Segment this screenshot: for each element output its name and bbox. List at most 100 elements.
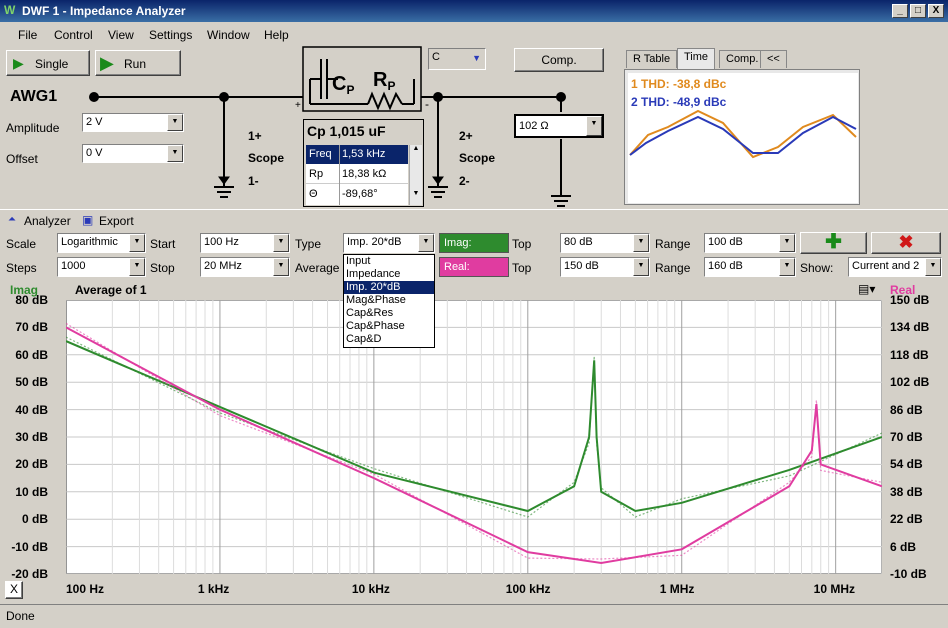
scope2-minus-label: 2- <box>459 174 470 188</box>
y-left-tick-label: 10 dB <box>15 484 48 499</box>
show-value: Current and 2 <box>852 260 920 272</box>
chevron-down-icon: ▼ <box>633 258 649 276</box>
y-left-tick-label: 0 dB <box>21 512 48 527</box>
comp-button[interactable]: Comp. <box>514 48 604 72</box>
chevron-down-icon: ▼ <box>273 258 289 276</box>
menu-file[interactable]: File <box>18 28 37 42</box>
scale-select[interactable]: Logarithmic ▼ <box>57 233 146 253</box>
analyzer-toolbar: ⏶ Analyzer ▣ Export <box>0 209 948 231</box>
type-select[interactable]: Imp. 20*dB ▼ <box>343 233 435 253</box>
menu-window[interactable]: Window <box>207 28 250 42</box>
clear-x-button[interactable]: X <box>5 581 23 599</box>
dropdown-option[interactable]: Impedance <box>344 268 434 281</box>
dropdown-option[interactable]: Input <box>344 255 434 268</box>
export-button[interactable]: Export <box>99 214 134 228</box>
collapse-icon[interactable]: ⏶ <box>8 214 16 225</box>
tab-time[interactable]: Time <box>677 48 716 69</box>
readout-table: Freq 1,53 kHz Rp 18,38 kΩ Θ -89,68° <box>306 145 408 205</box>
chevron-down-icon: ▼ <box>418 234 434 252</box>
rp-symbol-label: RP <box>373 69 395 93</box>
chevron-down-icon: ▼ <box>633 234 649 252</box>
series-real <box>66 326 882 565</box>
scroll-down-icon[interactable]: ▼ <box>410 190 422 197</box>
add-icon[interactable]: ✚ <box>800 232 867 254</box>
dropdown-option-selected[interactable]: Imp. 20*dB <box>344 281 434 294</box>
series-imag-avg <box>66 336 882 518</box>
stop-select[interactable]: 20 MHz ▼ <box>200 257 290 277</box>
dropdown-option[interactable]: Mag&Phase <box>344 294 434 307</box>
y-left-tick-label: 30 dB <box>15 430 48 444</box>
real-color-swatch[interactable]: Real: <box>439 257 509 277</box>
scope1-label: Scope <box>248 151 284 165</box>
load-node <box>556 92 566 102</box>
x-tick-label: 10 MHz <box>813 582 855 596</box>
tab-comp[interactable]: Comp. <box>719 50 766 68</box>
range2-select[interactable]: 160 dB ▼ <box>704 257 796 277</box>
analyzer-tab[interactable]: Analyzer <box>24 214 71 228</box>
load-select[interactable]: 102 Ω ▼ <box>514 114 604 138</box>
scroll-up-icon[interactable]: ▲ <box>410 145 422 152</box>
delete-icon[interactable]: ✖ <box>871 232 941 254</box>
range2-label: Range <box>655 261 691 275</box>
readout-panel: Cp 1,015 uF Freq 1,53 kHz Rp 18,38 kΩ Θ -89… <box>303 119 424 207</box>
y-right-tick-label: 54 dB <box>890 457 923 472</box>
single-play-icon: ▶ <box>13 55 24 71</box>
y-left-tick-label: 20 dB <box>15 457 48 472</box>
readout-row[interactable]: Θ -89,68° <box>306 185 408 204</box>
y-right-tick-label: 118 dB <box>890 347 929 362</box>
menu-bar: File Control View Settings Window Help <box>0 24 948 44</box>
component-select[interactable]: C ▼ <box>428 48 486 70</box>
tab-collapse[interactable]: << <box>760 50 787 68</box>
average-title: Average of 1 <box>75 283 147 297</box>
y-right-tick-label: 22 dB <box>890 512 923 527</box>
range1-value: 100 dB <box>708 236 743 248</box>
type-dropdown-list[interactable]: Input Impedance Imp. 20*dB Mag&Phase Cap… <box>343 254 435 348</box>
menu-help[interactable]: Help <box>264 28 289 42</box>
title-bar: W DWF 1 - Impedance Analyzer _ □ X <box>0 0 948 22</box>
series-imag <box>66 340 882 513</box>
minus-label: - <box>425 97 429 111</box>
steps-select[interactable]: 1000 ▼ <box>57 257 146 277</box>
start-select[interactable]: 100 Hz ▼ <box>200 233 290 253</box>
range1-select[interactable]: 100 dB ▼ <box>704 233 796 253</box>
imag-color-swatch[interactable]: Imag: <box>439 233 509 253</box>
top2-select[interactable]: 150 dB ▼ <box>560 257 650 277</box>
start-label: Start <box>150 237 176 251</box>
menu-settings[interactable]: Settings <box>149 28 192 42</box>
status-text: Done <box>6 609 35 623</box>
dropdown-option[interactable]: Cap&Res <box>344 307 434 320</box>
single-button[interactable]: ▶ Single <box>6 50 90 76</box>
start-value: 100 Hz <box>204 236 239 248</box>
readout-row[interactable]: Freq 1,53 kHz <box>306 145 408 164</box>
component-value: C <box>432 51 440 63</box>
scale-label: Scale <box>6 237 37 251</box>
readout-row[interactable]: Rp 18,38 kΩ <box>306 165 408 184</box>
status-bar: Done <box>0 604 948 628</box>
top1-select[interactable]: 80 dB ▼ <box>560 233 650 253</box>
range1-label: Range <box>655 237 691 251</box>
chevron-down-icon: ▼ <box>472 53 481 63</box>
y-right-tick-label: -10 dB <box>890 567 927 581</box>
scope2-plus-label: 2+ <box>459 129 473 143</box>
maximize-button[interactable]: □ <box>910 4 926 18</box>
dropdown-option[interactable]: Cap&D <box>344 333 434 346</box>
show-select[interactable]: Current and 2 ▼ <box>848 257 942 277</box>
menu-view[interactable]: View <box>108 28 134 42</box>
y-right-tick-label: 134 dB <box>890 320 930 335</box>
tab-r-table[interactable]: R Table <box>626 50 678 68</box>
plus-label: + <box>295 100 301 111</box>
y-right-tick-label: 150 dB <box>890 293 930 307</box>
minimize-button[interactable]: _ <box>892 4 908 18</box>
scope1-node <box>219 92 229 102</box>
x-tick-label: 10 kHz <box>351 582 390 596</box>
readout-scrollbar[interactable]: ▲ ▼ <box>409 145 422 205</box>
scope2-label: Scope <box>459 151 495 165</box>
app-logo-icon: W <box>4 3 16 17</box>
plot-options-icon[interactable]: ▤▾ <box>858 282 875 296</box>
scale-value: Logarithmic <box>61 236 118 248</box>
close-button[interactable]: X <box>928 4 944 18</box>
dropdown-option[interactable]: Cap&Phase <box>344 320 434 333</box>
time-panel: 1 THD: -38,8 dBc 2 THD: -48,9 dBc <box>624 69 860 205</box>
cp-symbol-label: CP <box>332 73 354 97</box>
menu-control[interactable]: Control <box>54 28 93 42</box>
